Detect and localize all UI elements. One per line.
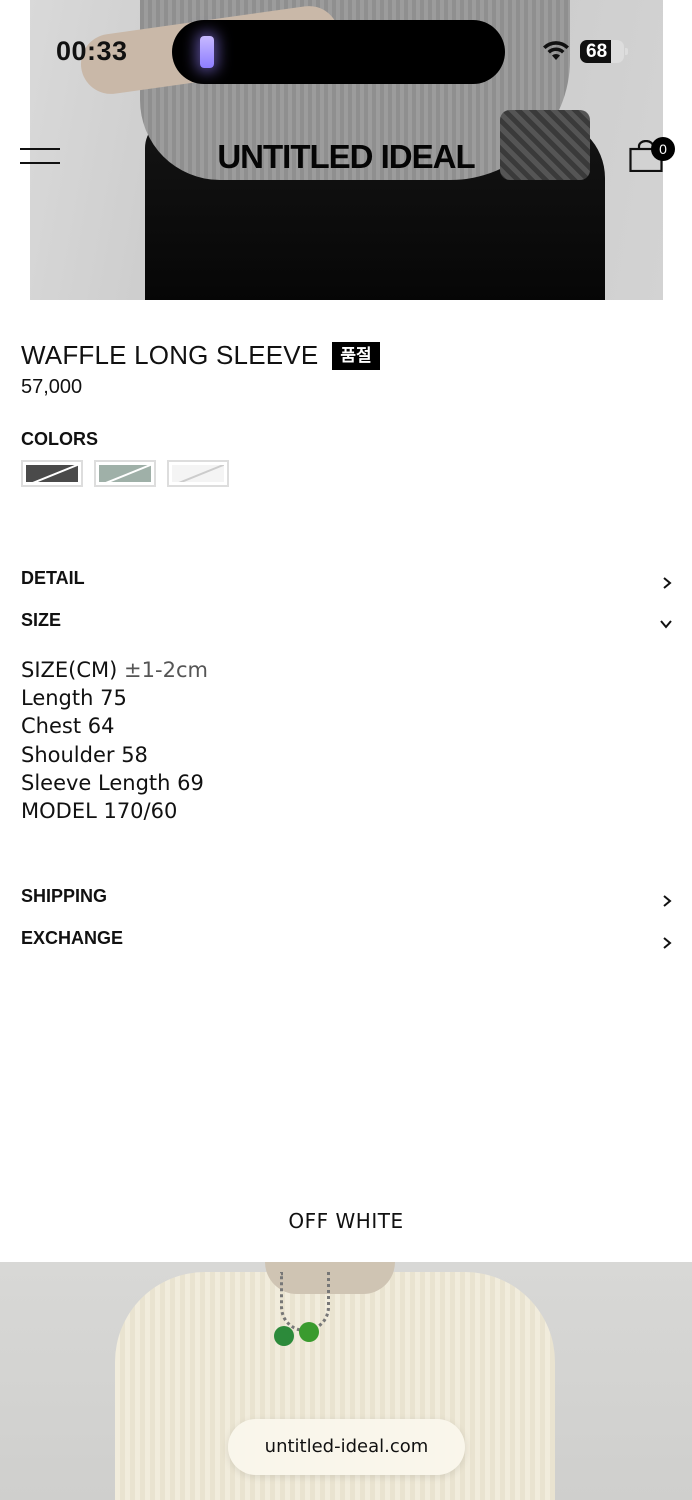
- size-heading: SIZE(CM): [21, 658, 118, 682]
- size-line: Shoulder 58: [21, 742, 148, 767]
- chevron-right-icon: [663, 937, 672, 949]
- brand-logo[interactable]: UNTITLED IDEAL: [0, 138, 692, 176]
- accordion-exchange-label: EXCHANGE: [21, 928, 124, 948]
- color-swatches: [21, 460, 229, 487]
- accordion-detail-label: DETAIL: [21, 568, 85, 588]
- size-line: MODEL 170/60: [21, 799, 178, 824]
- size-line: Chest 64: [21, 714, 115, 739]
- flashlight-icon: [200, 36, 214, 68]
- size-heading-line: SIZE(CM) ±1-2cm: [21, 656, 208, 684]
- dynamic-island: [172, 20, 505, 84]
- cart-button[interactable]: 0: [629, 137, 675, 173]
- size-tolerance: ±1-2cm: [124, 658, 208, 682]
- variant-color-name: OFF WHITE: [288, 1209, 404, 1233]
- sold-out-badge: 품절: [332, 341, 380, 370]
- colors-label: COLORS: [21, 429, 99, 449]
- battery-level: 68: [586, 41, 608, 62]
- accordion-shipping-label: SHIPPING: [21, 886, 108, 906]
- product-price: 57,000: [21, 376, 83, 398]
- status-time: 00:33: [56, 36, 128, 66]
- product-title-row: WAFFLE LONG SLEEVE 품절: [21, 340, 380, 371]
- chevron-right-icon: [663, 895, 672, 907]
- size-line: Length 75: [21, 686, 127, 711]
- color-swatch-off-white[interactable]: [167, 460, 229, 487]
- size-details: SIZE(CM) ±1-2cm Length 75 Chest 64 Shoul…: [21, 656, 208, 825]
- browser-url-bar[interactable]: untitled-ideal.com: [228, 1419, 465, 1475]
- chevron-down-icon: [660, 620, 672, 629]
- accordion-exchange[interactable]: EXCHANGE: [21, 928, 673, 958]
- accordion-size-label: SIZE: [21, 610, 62, 630]
- product-title: WAFFLE LONG SLEEVE: [21, 340, 319, 370]
- color-swatch-sage[interactable]: [94, 460, 156, 487]
- cart-count-badge: 0: [651, 137, 675, 161]
- accordion-detail[interactable]: DETAIL: [21, 568, 673, 598]
- chevron-right-icon: [663, 577, 672, 589]
- battery-nub: [625, 48, 628, 55]
- wifi-icon: [543, 41, 569, 60]
- battery-icon: 68: [580, 40, 628, 63]
- color-swatch-charcoal[interactable]: [21, 460, 83, 487]
- green-pendant: [299, 1322, 319, 1342]
- size-line: Sleeve Length 69: [21, 770, 204, 795]
- accordion-size[interactable]: SIZE: [21, 610, 673, 640]
- accordion-shipping[interactable]: SHIPPING: [21, 886, 673, 916]
- green-pendant: [274, 1326, 294, 1346]
